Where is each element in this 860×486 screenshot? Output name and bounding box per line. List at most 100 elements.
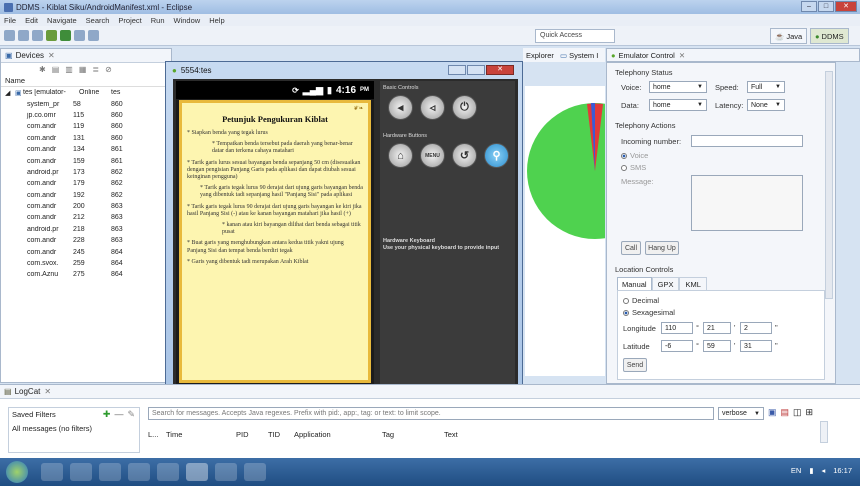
home-button[interactable]: ⌂ [388,143,413,168]
col-text[interactable]: Text [444,430,504,442]
menu-window[interactable]: Window [174,16,201,25]
taskbar-eclipse-icon[interactable] [186,463,208,481]
close-tab-icon[interactable]: ✕ [44,387,51,396]
process-row[interactable]: com.andr 200 863 [1,201,171,212]
close-tab-icon[interactable]: ✕ [48,51,55,60]
clear-log-icon[interactable]: ▤ [781,407,790,418]
menu-edit[interactable]: Edit [25,16,38,25]
process-row[interactable]: jp.co.omr 115 860 [1,110,171,121]
search-icon[interactable] [88,30,99,41]
process-row[interactable]: com.Aznu 275 864 [1,269,171,280]
close-button[interactable]: ✕ [835,1,857,12]
voice-select[interactable]: home ▼ [649,81,707,93]
quick-access-input[interactable]: Quick Access [535,29,615,43]
perspective-java[interactable]: ☕ Java [770,28,808,44]
volume-down-button[interactable]: ◂ [388,95,413,120]
volume-icon[interactable]: ◂ [821,466,825,475]
speed-select[interactable]: Full ▼ [747,81,785,93]
power-button[interactable]: ⏻ [452,95,477,120]
update-threads-icon[interactable]: ≣ [92,65,99,74]
all-messages-filter[interactable]: All messages (no filters) [9,421,139,436]
device-screen[interactable]: ⟳ ▂▄▆ ▮ 4:16 PM ❦❧ Petunjuk Pengukuran K… [176,81,374,387]
menu-file[interactable]: File [4,16,16,25]
taskbar-app-icon[interactable] [128,463,150,481]
menu-navigate[interactable]: Navigate [47,16,77,25]
process-row[interactable]: com.andr 245 864 [1,246,171,257]
menu-run[interactable]: Run [151,16,165,25]
search-button[interactable]: ⚲ [484,143,509,168]
taskbar-explorer-icon[interactable] [41,463,63,481]
scroll-lock-icon[interactable]: ⊞ [806,407,814,418]
logcat-tab[interactable]: ▤ LogCat ✕ [0,385,860,399]
latency-select[interactable]: None ▼ [747,99,785,111]
emulator-control-tab[interactable]: ● Emulator Control ✕ [606,48,860,62]
latitude-minutes-input[interactable]: 59 [703,340,731,352]
call-button[interactable]: Call [621,241,641,255]
update-heap-icon[interactable]: ▤ [52,65,60,74]
process-row[interactable]: com.andr 179 862 [1,178,171,189]
longitude-minutes-input[interactable]: 21 [703,322,731,334]
expand-arrow-icon[interactable]: ◢ [5,89,15,97]
longitude-degrees-input[interactable]: 110 [661,322,693,334]
process-row[interactable]: com.andr 119 860 [1,121,171,132]
save-log-icon[interactable]: ▣ [768,407,777,418]
menu-search[interactable]: Search [86,16,110,25]
new-icon[interactable] [4,30,15,41]
device-root-row[interactable]: ◢ ▣ tes [emulator- Online tes [1,87,171,98]
emu-minimize-button[interactable] [448,65,466,75]
data-select[interactable]: home ▼ [649,99,707,111]
gc-icon[interactable]: ▦ [79,65,87,74]
process-row[interactable]: com.andr 212 863 [1,212,171,223]
tab-file-explorer[interactable]: Explorer [526,51,554,60]
taskbar-app-icon[interactable] [244,463,266,481]
taskbar-app-icon[interactable] [157,463,179,481]
external-tools-icon[interactable] [74,30,85,41]
add-filter-icon[interactable]: ✚ [103,409,111,420]
sms-radio[interactable]: SMS [621,163,646,172]
volume-up-button[interactable]: ◃ [420,95,445,120]
debug-process-icon[interactable]: ✱ [39,65,46,74]
save-icon[interactable] [18,30,29,41]
dump-hprof-icon[interactable]: ▥ [65,65,73,74]
menu-help[interactable]: Help [209,16,224,25]
col-application[interactable]: Application [294,430,382,442]
language-indicator[interactable]: EN [791,466,801,475]
menu-button[interactable]: MENU [420,143,445,168]
process-row[interactable]: com.andr 192 862 [1,190,171,201]
back-button[interactable]: ↺ [452,143,477,168]
emu-close-button[interactable]: ✕ [486,65,514,75]
incoming-number-input[interactable] [691,135,803,147]
latitude-degrees-input[interactable]: -6 [661,340,693,352]
hang-up-button[interactable]: Hang Up [645,241,679,255]
process-row[interactable]: com.andr 228 863 [1,235,171,246]
process-row[interactable]: com.andr 134 861 [1,144,171,155]
process-row[interactable]: com.andr 159 861 [1,155,171,166]
sexagesimal-radio[interactable]: Sexagesimal [623,308,675,317]
toggle-columns-icon[interactable]: ◫ [793,407,802,418]
minimize-button[interactable]: – [801,1,817,12]
longitude-seconds-input[interactable]: 2 [740,322,772,334]
close-tab-icon[interactable]: ✕ [679,51,685,60]
emu-maximize-button[interactable] [467,65,485,75]
send-button[interactable]: Send [623,358,647,372]
logcat-scrollbar[interactable] [820,421,828,443]
tab-system-info[interactable]: ▭ System I [560,51,598,60]
voice-radio[interactable]: Voice [621,151,648,160]
message-input[interactable] [691,175,803,231]
latitude-seconds-input[interactable]: 31 [740,340,772,352]
network-icon[interactable]: ▮ [809,466,813,475]
process-row[interactable]: com.svox. 259 864 [1,258,171,269]
log-level-select[interactable]: verbose ▼ [718,407,764,420]
print-icon[interactable] [32,30,43,41]
col-pid[interactable]: PID [236,430,268,442]
remove-filter-icon[interactable]: — [114,409,123,420]
col-tag[interactable]: Tag [382,430,444,442]
taskbar-browser-icon[interactable] [70,463,92,481]
edit-filter-icon[interactable]: ✎ [127,409,135,420]
start-button[interactable] [6,461,28,483]
process-row[interactable]: android.pr 173 862 [1,167,171,178]
taskbar-emulator-icon[interactable] [215,463,237,481]
maximize-button[interactable]: □ [818,1,834,12]
process-row[interactable]: com.andr 131 860 [1,133,171,144]
stop-process-icon[interactable]: ⊘ [105,65,112,74]
